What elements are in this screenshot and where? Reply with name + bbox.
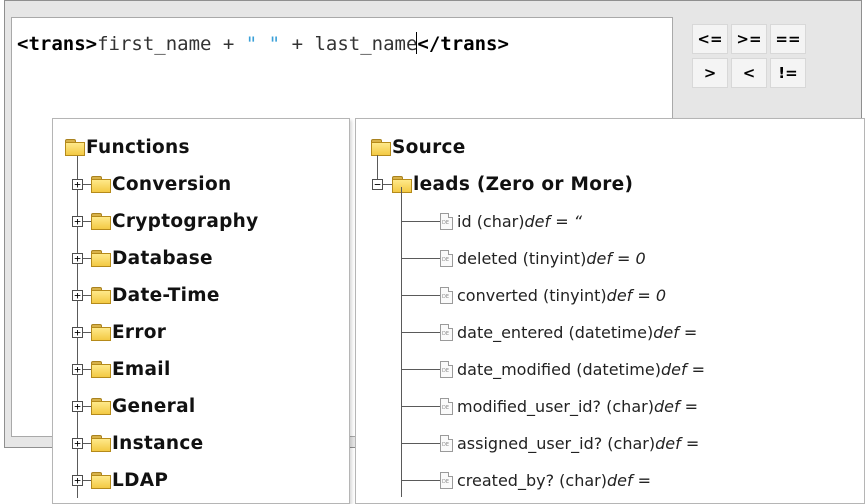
- field-deleted[interactable]: DE deleted (tinyint) def = 0: [440, 243, 646, 273]
- function-item-label: LDAP: [112, 469, 169, 491]
- op-less-button[interactable]: <: [731, 58, 767, 88]
- expression-text[interactable]: <trans>first_name + " " + last_name</tra…: [17, 32, 509, 55]
- folder-open-icon: [65, 139, 85, 156]
- function-item-ldap[interactable]: LDAP: [91, 465, 168, 495]
- folder-icon: [91, 176, 111, 193]
- function-item-label: Error: [112, 321, 167, 343]
- op-not-equal-button[interactable]: !=: [770, 58, 806, 88]
- field-id[interactable]: DE id (char) def = “: [440, 206, 582, 236]
- open-tag: <trans>: [17, 33, 98, 55]
- field-default: def =: [653, 322, 698, 342]
- folder-icon: [91, 398, 111, 415]
- field-icon: DE: [440, 397, 453, 415]
- op-greater-button[interactable]: >: [692, 58, 728, 88]
- function-item-database[interactable]: Database: [91, 243, 213, 273]
- function-item-label: Email: [112, 358, 171, 380]
- field-name: converted (tinyint): [457, 285, 607, 305]
- source-root-label: Source: [392, 136, 466, 158]
- op-less-equal-button[interactable]: <=: [692, 24, 728, 54]
- function-item-date-time[interactable]: Date-Time: [91, 280, 220, 310]
- field-default: def =: [653, 396, 699, 416]
- functions-root[interactable]: Functions: [65, 132, 190, 162]
- field-icon: DE: [440, 323, 453, 341]
- field-converted[interactable]: DE converted (tinyint) def = 0: [440, 280, 666, 310]
- function-item-general[interactable]: General: [91, 391, 196, 421]
- field-date-modified[interactable]: DE date_modified (datetime) def =: [440, 354, 705, 384]
- collapse-icon[interactable]: −: [372, 179, 383, 190]
- string-literal: " ": [245, 33, 281, 55]
- folder-icon: [91, 435, 111, 452]
- folder-icon: [91, 287, 111, 304]
- function-item-label: Conversion: [112, 173, 232, 195]
- folder-icon: [91, 213, 111, 230]
- field-icon: DE: [440, 286, 453, 304]
- field-icon: DE: [440, 471, 453, 489]
- expand-icon[interactable]: +: [72, 475, 83, 486]
- folder-open-icon: [371, 139, 391, 156]
- expand-icon[interactable]: +: [72, 364, 83, 375]
- function-item-error[interactable]: Error: [91, 317, 166, 347]
- field-icon: DE: [440, 434, 453, 452]
- field-assigned-user-id[interactable]: DE assigned_user_id? (char) def =: [440, 428, 699, 458]
- field-icon: DE: [440, 212, 453, 230]
- field-modified-user-id[interactable]: DE modified_user_id? (char) def =: [440, 391, 698, 421]
- function-item-label: Date-Time: [112, 284, 220, 306]
- field-name: date_modified (datetime): [457, 359, 661, 379]
- folder-icon: [91, 250, 111, 267]
- expand-icon[interactable]: +: [72, 327, 83, 338]
- field-icon: DE: [440, 360, 453, 378]
- field-name: deleted (tinyint): [457, 248, 587, 268]
- expression-part-a: first_name +: [97, 33, 246, 55]
- function-item-conversion[interactable]: Conversion: [91, 169, 231, 199]
- function-item-label: Instance: [112, 432, 204, 454]
- function-item-instance[interactable]: Instance: [91, 428, 203, 458]
- close-tag: </trans>: [417, 33, 509, 55]
- field-default: def = 0: [586, 248, 646, 268]
- expand-icon[interactable]: +: [72, 401, 83, 412]
- expand-icon[interactable]: +: [72, 216, 83, 227]
- folder-open-icon: [392, 176, 412, 193]
- field-name: id (char): [457, 211, 525, 231]
- field-name: created_by? (char): [457, 470, 607, 490]
- function-item-label: General: [112, 395, 196, 417]
- op-equal-button[interactable]: ==: [770, 24, 806, 54]
- field-created-by[interactable]: DE created_by? (char) def =: [440, 465, 651, 495]
- field-date-entered[interactable]: DE date_entered (datetime) def =: [440, 317, 697, 347]
- functions-root-label: Functions: [86, 136, 190, 158]
- folder-icon: [91, 324, 111, 341]
- field-name: modified_user_id? (char): [457, 396, 654, 416]
- expand-icon[interactable]: +: [72, 253, 83, 264]
- tree-line: [401, 187, 402, 497]
- source-node-label: leads (Zero or More): [413, 173, 634, 195]
- field-default: def =: [606, 470, 652, 490]
- field-default: def = “: [524, 211, 583, 231]
- field-name: date_entered (datetime): [457, 322, 654, 342]
- expand-icon[interactable]: +: [72, 179, 83, 190]
- field-default: def = 0: [606, 285, 667, 305]
- expand-icon[interactable]: +: [72, 438, 83, 449]
- function-item-label: Cryptography: [112, 210, 259, 232]
- function-item-cryptography[interactable]: Cryptography: [91, 206, 258, 236]
- functions-panel: Functions + Conversion + Cryptography + …: [52, 118, 350, 504]
- field-icon: DE: [440, 249, 453, 267]
- folder-icon: [91, 361, 111, 378]
- expand-icon[interactable]: +: [72, 290, 83, 301]
- field-name: assigned_user_id? (char): [457, 433, 656, 453]
- field-default: def =: [655, 433, 700, 453]
- folder-icon: [91, 472, 111, 489]
- source-panel: Source − leads (Zero or More) DE id (cha…: [355, 118, 865, 504]
- function-item-label: Database: [112, 247, 213, 269]
- field-default: def =: [660, 359, 706, 379]
- function-item-email[interactable]: Email: [91, 354, 171, 384]
- source-node-leads[interactable]: leads (Zero or More): [392, 169, 633, 199]
- source-root[interactable]: Source: [371, 132, 466, 162]
- op-greater-equal-button[interactable]: >=: [731, 24, 767, 54]
- expression-part-b: + last_name: [280, 33, 418, 55]
